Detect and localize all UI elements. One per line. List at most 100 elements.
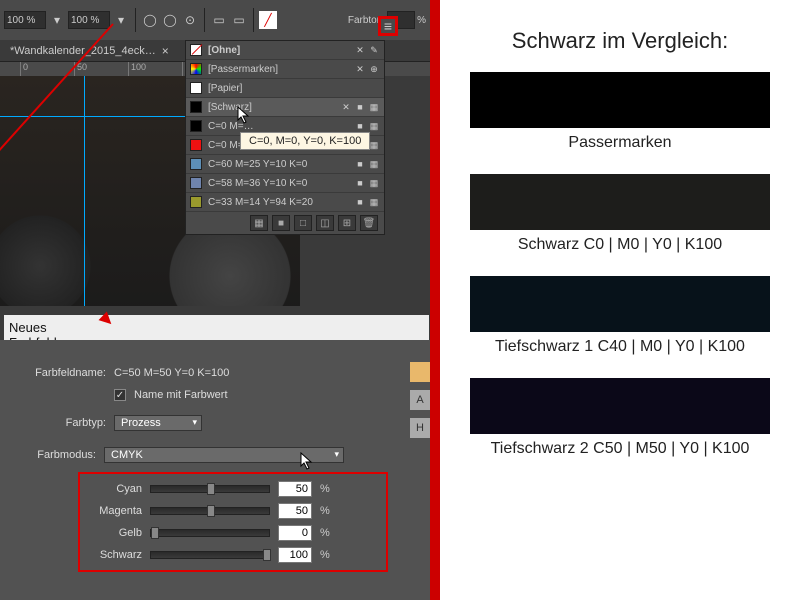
swatch-type-icon: ▦	[368, 196, 380, 208]
color-mode-select[interactable]: CMYK	[104, 447, 344, 463]
close-icon[interactable]: ×	[162, 44, 169, 58]
slider-value-input[interactable]	[278, 481, 312, 497]
swatch-chip	[190, 177, 202, 189]
new-swatch-dialog: Farbfeldname: C=50 M=50 Y=0 K=100 ✓ Name…	[0, 340, 430, 600]
slider-value-input[interactable]	[278, 525, 312, 541]
swatch-chip	[190, 82, 202, 94]
swatch-row[interactable]: C=33 M=14 Y=94 K=20■▦	[186, 193, 384, 212]
swatch-type-icon: ■	[354, 120, 366, 132]
dropdown-icon[interactable]: ▾	[112, 11, 130, 29]
zoom-field-2[interactable]	[68, 11, 110, 29]
swatch-footer-button[interactable]: ⊞	[338, 215, 356, 231]
swatch-name-label: Farbfeldname:	[28, 367, 106, 379]
dialog-button[interactable]	[410, 362, 430, 382]
swatch-row[interactable]: C=58 M=36 Y=10 K=0■▦	[186, 174, 384, 193]
circle-icon[interactable]: ◯	[161, 11, 179, 29]
ruler-tick: 50	[74, 62, 128, 76]
swatch-row[interactable]: [Papier]	[186, 79, 384, 98]
swatch-type-icon: ⊕	[368, 63, 380, 75]
slider-track[interactable]	[150, 551, 270, 559]
swatch-chip	[190, 139, 202, 151]
circle-icon[interactable]: ◯	[141, 11, 159, 29]
no-fill-icon[interactable]: ╱	[259, 11, 277, 29]
comparison-swatch	[470, 378, 770, 434]
swatch-chip	[190, 120, 202, 132]
dropdown-icon[interactable]: ▾	[48, 11, 66, 29]
swatch-chip	[190, 158, 202, 170]
swatch-type-icon: ■	[354, 177, 366, 189]
swatch-label: C=33 M=14 Y=94 K=20	[208, 197, 352, 208]
slider-value-input[interactable]	[278, 503, 312, 519]
percent-label: %	[320, 549, 330, 561]
slider-thumb[interactable]	[207, 505, 215, 517]
swatch-type-icon: ▦	[368, 101, 380, 113]
wrap-icon[interactable]: ▭	[210, 11, 228, 29]
guide-vertical[interactable]	[84, 76, 85, 306]
slider-label: Magenta	[86, 505, 142, 517]
swatch-type-icon: ▦	[368, 120, 380, 132]
slider-thumb[interactable]	[263, 549, 271, 561]
slider-label: Schwarz	[86, 549, 142, 561]
name-with-value-label: Name mit Farbwert	[134, 389, 228, 401]
percent-label: %	[320, 505, 330, 517]
dialog-button-a[interactable]: A	[410, 390, 430, 410]
swatch-chip	[190, 101, 202, 113]
swatch-row[interactable]: [Schwarz]✕■▦	[186, 98, 384, 117]
slider-track[interactable]	[150, 529, 270, 537]
comparison-label: Tiefschwarz 2 C50 | M50 | Y0 | K100	[460, 440, 780, 458]
comparison-swatch	[470, 174, 770, 230]
zoom-field-1[interactable]	[4, 11, 46, 29]
swatch-type-icon: ✎	[368, 44, 380, 56]
swatch-label: [Papier]	[208, 83, 380, 94]
swatch-row[interactable]: [Passermarken]✕⊕	[186, 60, 384, 79]
swatch-footer-button[interactable]: □	[294, 215, 312, 231]
color-type-label: Farbtyp:	[28, 417, 106, 429]
color-mode-label: Farbmodus:	[18, 449, 96, 461]
panel-menu-icon[interactable]	[378, 16, 398, 36]
swatch-type-icon: ■	[354, 158, 366, 170]
swatch-label: C=58 M=36 Y=10 K=0	[208, 178, 352, 189]
percent-label: %	[320, 527, 330, 539]
swatch-type-icon: ■	[354, 101, 366, 113]
swatch-label: [Ohne]	[208, 45, 352, 56]
circle-icon[interactable]: ⊙	[181, 11, 199, 29]
comparison-swatch	[470, 72, 770, 128]
swatch-type-icon: ■	[354, 196, 366, 208]
swatch-footer-button[interactable]: 🗑	[360, 215, 378, 231]
swatch-type-icon: ▦	[368, 158, 380, 170]
comparison-pane: Schwarz im Vergleich: PassermarkenSchwar…	[440, 0, 800, 600]
swatch-label: [Schwarz]	[208, 102, 338, 113]
swatch-chip	[190, 63, 202, 75]
slider-track[interactable]	[150, 507, 270, 515]
dialog-button-h[interactable]: H	[410, 418, 430, 438]
slider-label: Gelb	[86, 527, 142, 539]
slider-track[interactable]	[150, 485, 270, 493]
slider-thumb[interactable]	[207, 483, 215, 495]
swatch-label: C=0 M=…	[208, 121, 352, 132]
swatch-name-value: C=50 M=50 Y=0 K=100	[114, 367, 229, 379]
swatch-type-icon: ✕	[354, 44, 366, 56]
swatch-footer-button[interactable]: ◫	[316, 215, 334, 231]
swatch-tooltip: C=0, M=0, Y=0, K=100	[240, 132, 370, 150]
swatch-label: [Passermarken]	[208, 64, 352, 75]
swatch-footer-button[interactable]: ▦	[250, 215, 268, 231]
swatch-footer-button[interactable]: ■	[272, 215, 290, 231]
color-type-select[interactable]: Prozess	[114, 415, 202, 431]
cmyk-slider-row: Magenta%	[86, 500, 380, 522]
comparison-label: Schwarz C0 | M0 | Y0 | K100	[460, 236, 780, 254]
slider-value-input[interactable]	[278, 547, 312, 563]
app-left-pane: ▾ ▾ ◯ ◯ ⊙ ▭ ▭ ╱ Farbton: % *Wandkalender…	[0, 0, 430, 600]
name-with-value-checkbox[interactable]: ✓	[114, 389, 126, 401]
slider-thumb[interactable]	[151, 527, 159, 539]
comparison-title: Schwarz im Vergleich:	[460, 28, 780, 54]
cmyk-slider-row: Cyan%	[86, 478, 380, 500]
swatch-label: C=60 M=25 Y=10 K=0	[208, 159, 352, 170]
options-toolbar: ▾ ▾ ◯ ◯ ⊙ ▭ ▭ ╱ Farbton: %	[0, 0, 430, 40]
ruler-tick: 100	[128, 62, 182, 76]
cmyk-sliders-group: Cyan%Magenta%Gelb%Schwarz%	[78, 472, 388, 572]
wrap-icon[interactable]: ▭	[230, 11, 248, 29]
swatches-footer: ▦■□◫⊞🗑	[186, 212, 384, 234]
cmyk-slider-row: Schwarz%	[86, 544, 380, 566]
swatch-row[interactable]: [Ohne]✕✎	[186, 41, 384, 60]
swatch-row[interactable]: C=60 M=25 Y=10 K=0■▦	[186, 155, 384, 174]
